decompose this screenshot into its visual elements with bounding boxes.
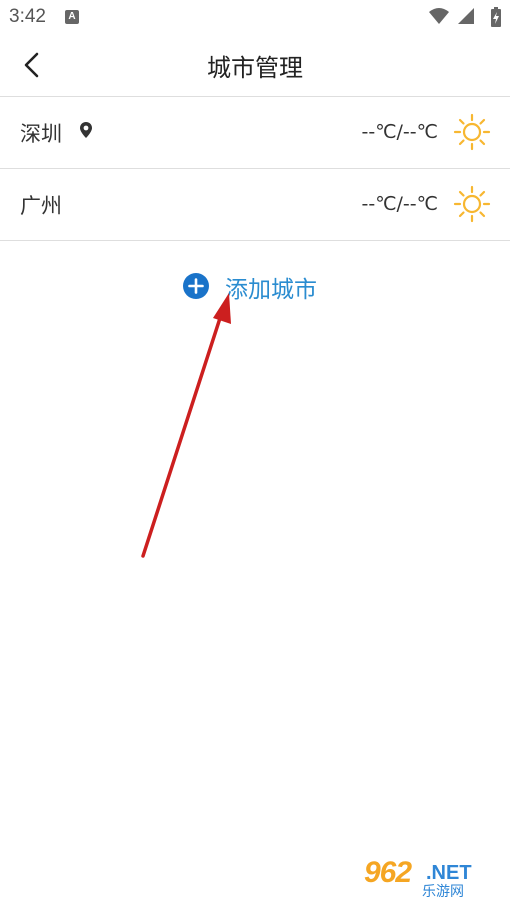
watermark-subtitle: 乐游网 — [422, 884, 464, 900]
a-icon: A — [65, 10, 79, 24]
watermark-logo: 962 .NET 乐游网 — [364, 856, 502, 900]
city-row-shenzhen[interactable]: 深圳 --℃/--℃ — [0, 97, 510, 169]
add-city-label: 添加城市 — [225, 277, 317, 303]
sun-icon — [453, 185, 491, 223]
signal-icon — [458, 8, 474, 24]
status-bar: 3:42 A — [0, 0, 510, 34]
sun-icon — [453, 113, 491, 151]
plus-circle-icon — [183, 273, 209, 299]
wifi-icon — [429, 8, 449, 24]
city-row-guangzhou[interactable]: 广州 --℃/--℃ — [0, 169, 510, 241]
page-title: 城市管理 — [207, 54, 303, 82]
location-pin-icon — [80, 122, 92, 138]
city-temperature: --℃/--℃ — [361, 121, 438, 143]
watermark-number: 962 — [364, 856, 412, 889]
city-name: 深圳 — [20, 122, 62, 146]
header: 城市管理 — [0, 34, 510, 97]
city-name: 广州 — [20, 194, 62, 218]
battery-charging-icon — [491, 7, 501, 27]
status-time: 3:42 — [9, 6, 46, 27]
city-temperature: --℃/--℃ — [361, 193, 438, 215]
